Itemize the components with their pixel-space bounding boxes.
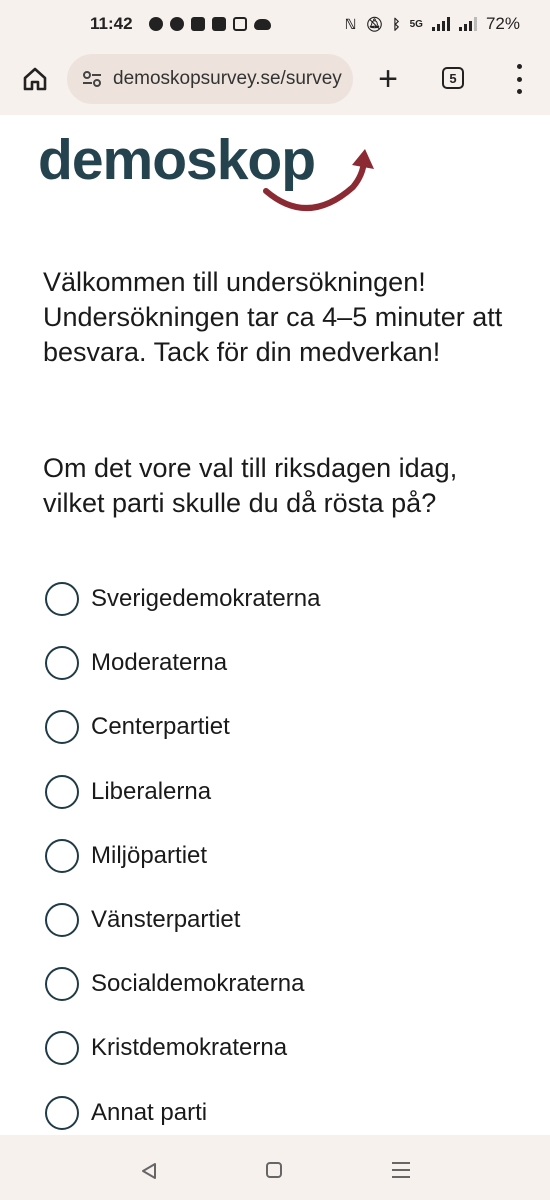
radio-button[interactable]: [45, 582, 79, 617]
option-label: Annat parti: [91, 1098, 208, 1126]
bluetooth-icon: ᛒ: [392, 16, 401, 32]
tab-count: 5: [449, 70, 457, 86]
plus-icon: +: [378, 60, 398, 98]
signal-strength-icon-2: [458, 17, 477, 31]
address-bar[interactable]: demoskopsurvey.se/survey: [67, 54, 353, 104]
home-nav-icon[interactable]: [266, 1162, 282, 1178]
site-settings-icon[interactable]: [81, 68, 103, 90]
url-text[interactable]: demoskopsurvey.se/survey: [113, 68, 342, 90]
option-label: Sverigedemokraterna: [91, 585, 321, 613]
option-moderaterna[interactable]: Moderaterna: [45, 631, 525, 695]
status-left: 11:42: [90, 14, 271, 34]
battery-level: 72%: [485, 14, 520, 33]
party-options: Sverigedemokraterna Moderaterna Centerpa…: [45, 567, 525, 1145]
more-vert-icon-dot: [516, 89, 522, 94]
radio-button[interactable]: [45, 1031, 79, 1066]
system-navigation-bar: [0, 1140, 550, 1200]
signal-strength-icon: [431, 17, 450, 31]
more-vert-icon-dot: [516, 76, 522, 82]
browser-menu-button[interactable]: [509, 64, 529, 94]
tab-switcher-button[interactable]: 5: [442, 67, 464, 89]
demoskop-logo: demoskop: [38, 128, 374, 212]
more-vert-icon-dot: [516, 64, 522, 69]
status-time: 11:42: [90, 14, 133, 33]
signal-app-icon: [148, 17, 163, 31]
option-annat-parti[interactable]: Annat parti: [45, 1081, 525, 1145]
option-label: Kristdemokraterna: [91, 1034, 288, 1062]
radio-button[interactable]: [45, 1095, 79, 1130]
option-sverigedemokraterna[interactable]: Sverigedemokraterna: [45, 567, 525, 631]
linkedin-icon: [211, 17, 226, 31]
radio-button[interactable]: [45, 903, 79, 938]
option-label: Moderaterna: [91, 649, 228, 677]
back-icon[interactable]: [140, 1162, 158, 1180]
network-type: 5G: [409, 18, 423, 30]
option-miljopartiet[interactable]: Miljöpartiet: [45, 824, 525, 888]
gmail-icon: [232, 17, 247, 31]
stack-icon: [190, 17, 205, 31]
option-label: Socialdemokraterna: [91, 970, 305, 998]
browser-toolbar: demoskopsurvey.se/survey + 5: [0, 48, 550, 110]
option-socialdemokraterna[interactable]: Socialdemokraterna: [45, 952, 525, 1016]
option-label: Centerpartiet: [91, 713, 230, 741]
home-button[interactable]: [18, 62, 52, 96]
status-bar: 11:42 ℕ 🔕︎ ᛒ 5G 72%: [0, 0, 550, 48]
status-right: ℕ 🔕︎ ᛒ 5G 72%: [345, 14, 520, 34]
new-tab-button[interactable]: +: [372, 61, 404, 97]
cloud-icon: [253, 18, 271, 30]
radio-button[interactable]: [45, 646, 79, 681]
option-kristdemokraterna[interactable]: Kristdemokraterna: [45, 1016, 525, 1080]
survey-intro: Välkommen till undersökningen! Undersökn…: [43, 267, 503, 367]
option-label: Miljöpartiet: [91, 841, 208, 869]
logo-text: demoskop: [38, 128, 315, 192]
mute-icon: 🔕︎: [365, 15, 384, 32]
survey-question: Om det vore val till riksdagen idag, vil…: [43, 453, 458, 518]
radio-button[interactable]: [45, 710, 79, 745]
radio-button[interactable]: [45, 838, 79, 873]
messenger-icon: [169, 17, 184, 31]
home-icon: [23, 67, 47, 91]
option-label: Vänsterpartiet: [91, 906, 241, 934]
option-liberalerna[interactable]: Liberalerna: [45, 760, 525, 824]
survey-page: demoskop Välkommen till undersökningen! …: [0, 115, 550, 1135]
option-label: Liberalerna: [91, 777, 212, 805]
radio-button[interactable]: [45, 967, 79, 1002]
nfc-icon: ℕ: [344, 15, 357, 32]
notification-icons: [148, 17, 271, 31]
radio-button[interactable]: [45, 774, 79, 809]
recents-icon[interactable]: [392, 1162, 410, 1178]
option-centerpartiet[interactable]: Centerpartiet: [45, 695, 525, 759]
option-vansterpartiet[interactable]: Vänsterpartiet: [45, 888, 525, 952]
